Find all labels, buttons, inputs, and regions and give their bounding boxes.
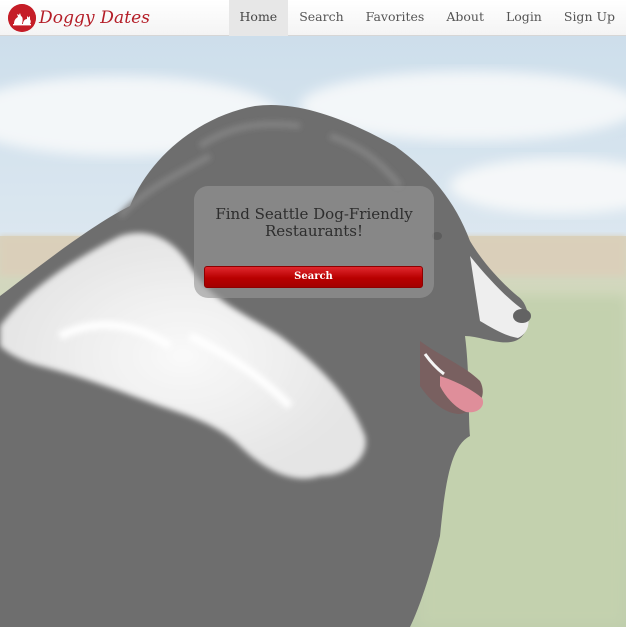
card-title: Find Seattle Dog-Friendly Restaurants!	[215, 205, 413, 240]
navbar: Doggy Dates Home Search Favorites About …	[0, 0, 626, 36]
dog-logo-icon	[8, 4, 36, 32]
nav-favorites[interactable]: Favorites	[355, 0, 436, 36]
hero-overlay	[0, 36, 626, 627]
brand-link[interactable]: Doggy Dates	[8, 3, 150, 33]
search-button[interactable]: Search	[204, 266, 423, 288]
nav-home[interactable]: Home	[228, 0, 289, 36]
nav-search[interactable]: Search	[288, 0, 354, 36]
nav-menu: Home Search Favorites About Login Sign U…	[228, 0, 626, 36]
nav-sign-up[interactable]: Sign Up	[553, 0, 626, 36]
nav-about[interactable]: About	[435, 0, 495, 36]
nav-login[interactable]: Login	[495, 0, 553, 36]
hero-background-image	[0, 36, 626, 627]
search-card: Find Seattle Dog-Friendly Restaurants! S…	[194, 186, 434, 298]
brand-name: Doggy Dates	[39, 8, 151, 28]
